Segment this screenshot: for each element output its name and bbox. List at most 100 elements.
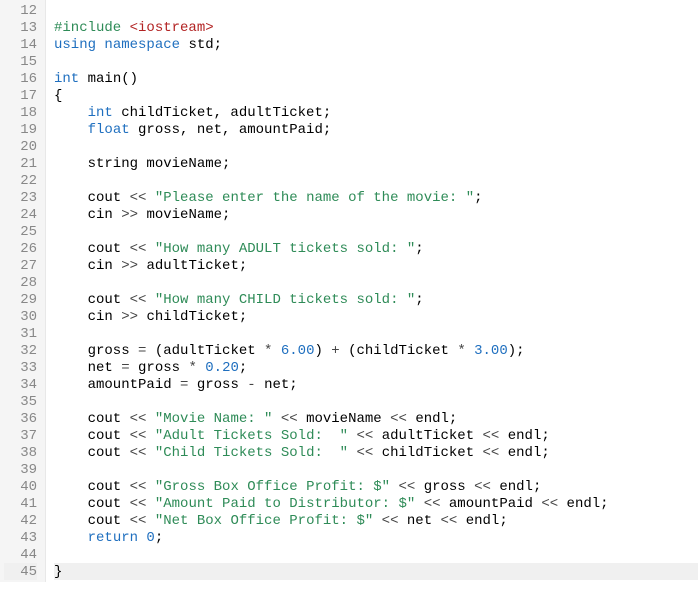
code-token: cout <box>54 292 130 308</box>
line-number: 27 <box>4 257 37 274</box>
code-line[interactable]: cout << "Movie Name: " << movieName << e… <box>54 410 698 427</box>
code-token: return <box>88 530 147 546</box>
code-token: cout <box>54 445 130 461</box>
code-token: cout <box>54 496 130 512</box>
code-line[interactable]: cin >> adultTicket; <box>54 257 698 274</box>
line-number: 31 <box>4 325 37 342</box>
code-line[interactable] <box>54 393 698 410</box>
code-line[interactable]: using namespace std; <box>54 36 698 53</box>
code-token: "Please enter the name of the movie: " <box>155 190 474 206</box>
code-token: gross <box>197 377 247 393</box>
code-token: "How many CHILD tickets sold: " <box>155 292 415 308</box>
code-token: adultTicket; <box>146 258 247 274</box>
code-token: cin <box>54 207 121 223</box>
code-token: << <box>272 411 306 427</box>
code-token <box>54 530 88 546</box>
code-token: << <box>130 479 155 495</box>
code-token: << <box>348 445 382 461</box>
code-line[interactable]: cout << "Child Tickets Sold: " << childT… <box>54 444 698 461</box>
code-line[interactable]: float gross, net, amountPaid; <box>54 121 698 138</box>
code-line[interactable]: } <box>54 563 698 580</box>
line-number: 32 <box>4 342 37 359</box>
code-editor[interactable]: 1213141516171819202122232425262728293031… <box>0 0 698 582</box>
code-line[interactable]: { <box>54 87 698 104</box>
code-token: ; <box>415 241 423 257</box>
code-line[interactable]: int childTicket, adultTicket; <box>54 104 698 121</box>
line-number-gutter: 1213141516171819202122232425262728293031… <box>0 0 46 582</box>
code-token: net <box>407 513 441 529</box>
code-line[interactable]: cin >> childTicket; <box>54 308 698 325</box>
code-token: * <box>457 343 474 359</box>
code-line[interactable] <box>54 172 698 189</box>
line-number: 41 <box>4 495 37 512</box>
code-token: - <box>247 377 264 393</box>
code-line[interactable] <box>54 325 698 342</box>
code-line[interactable]: cout << "How many CHILD tickets sold: "; <box>54 291 698 308</box>
line-number: 39 <box>4 461 37 478</box>
code-token: cout <box>54 411 130 427</box>
code-token: } <box>54 564 62 580</box>
code-token: endl; <box>466 513 508 529</box>
code-token: 6.00 <box>281 343 315 359</box>
code-token: childTicket <box>382 445 483 461</box>
code-token: "Gross Box Office Profit: $" <box>155 479 390 495</box>
line-number: 17 <box>4 87 37 104</box>
line-number: 40 <box>4 478 37 495</box>
code-line[interactable] <box>54 53 698 70</box>
code-line[interactable]: cout << "Adult Tickets Sold: " << adultT… <box>54 427 698 444</box>
code-token: ; <box>155 530 163 546</box>
line-number: 19 <box>4 121 37 138</box>
line-number: 37 <box>4 427 37 444</box>
code-line[interactable] <box>54 461 698 478</box>
code-token <box>54 105 88 121</box>
code-line[interactable]: cin >> movieName; <box>54 206 698 223</box>
code-token: + <box>331 343 348 359</box>
code-line[interactable]: net = gross * 0.20; <box>54 359 698 376</box>
code-line[interactable]: gross = (adultTicket * 6.00) + (childTic… <box>54 342 698 359</box>
code-token: ; <box>474 190 482 206</box>
code-token: (childTicket <box>348 343 457 359</box>
code-token <box>54 122 88 138</box>
code-token: cout <box>54 479 130 495</box>
code-line[interactable]: cout << "Amount Paid to Distributor: $" … <box>54 495 698 512</box>
code-token: gross, net, amountPaid; <box>138 122 331 138</box>
code-token: ; <box>214 37 222 53</box>
code-line[interactable]: cout << "Gross Box Office Profit: $" << … <box>54 478 698 495</box>
code-line[interactable]: int main() <box>54 70 698 87</box>
code-token: gross <box>138 360 188 376</box>
code-token: << <box>415 496 449 512</box>
code-line[interactable] <box>54 274 698 291</box>
code-line[interactable]: return 0; <box>54 529 698 546</box>
code-token: "Adult Tickets Sold: " <box>155 428 348 444</box>
code-line[interactable] <box>54 223 698 240</box>
code-token: << <box>390 411 415 427</box>
code-token: "Child Tickets Sold: " <box>155 445 348 461</box>
code-line[interactable]: string movieName; <box>54 155 698 172</box>
code-token: int <box>54 71 88 87</box>
code-token: namespace <box>104 37 188 53</box>
code-token: * <box>188 360 205 376</box>
code-token: net <box>54 360 121 376</box>
code-token: gross <box>54 343 138 359</box>
code-token: #include <box>54 20 130 36</box>
code-line[interactable]: cout << "How many ADULT tickets sold: "; <box>54 240 698 257</box>
code-token: ); <box>508 343 525 359</box>
code-token: "Movie Name: " <box>155 411 273 427</box>
code-line[interactable]: #include <iostream> <box>54 19 698 36</box>
code-token: << <box>130 445 155 461</box>
line-number: 43 <box>4 529 37 546</box>
code-token: gross <box>424 479 474 495</box>
code-area[interactable]: #include <iostream>using namespace std; … <box>46 0 698 582</box>
code-token: << <box>373 513 407 529</box>
code-token: << <box>441 513 466 529</box>
code-token: int <box>88 105 122 121</box>
code-line[interactable]: cout << "Please enter the name of the mo… <box>54 189 698 206</box>
line-number: 30 <box>4 308 37 325</box>
code-token: string movieName; <box>54 156 230 172</box>
code-line[interactable] <box>54 546 698 563</box>
code-line[interactable] <box>54 138 698 155</box>
code-token: ) <box>314 343 331 359</box>
code-line[interactable]: amountPaid = gross - net; <box>54 376 698 393</box>
code-line[interactable] <box>54 2 698 19</box>
code-line[interactable]: cout << "Net Box Office Profit: $" << ne… <box>54 512 698 529</box>
